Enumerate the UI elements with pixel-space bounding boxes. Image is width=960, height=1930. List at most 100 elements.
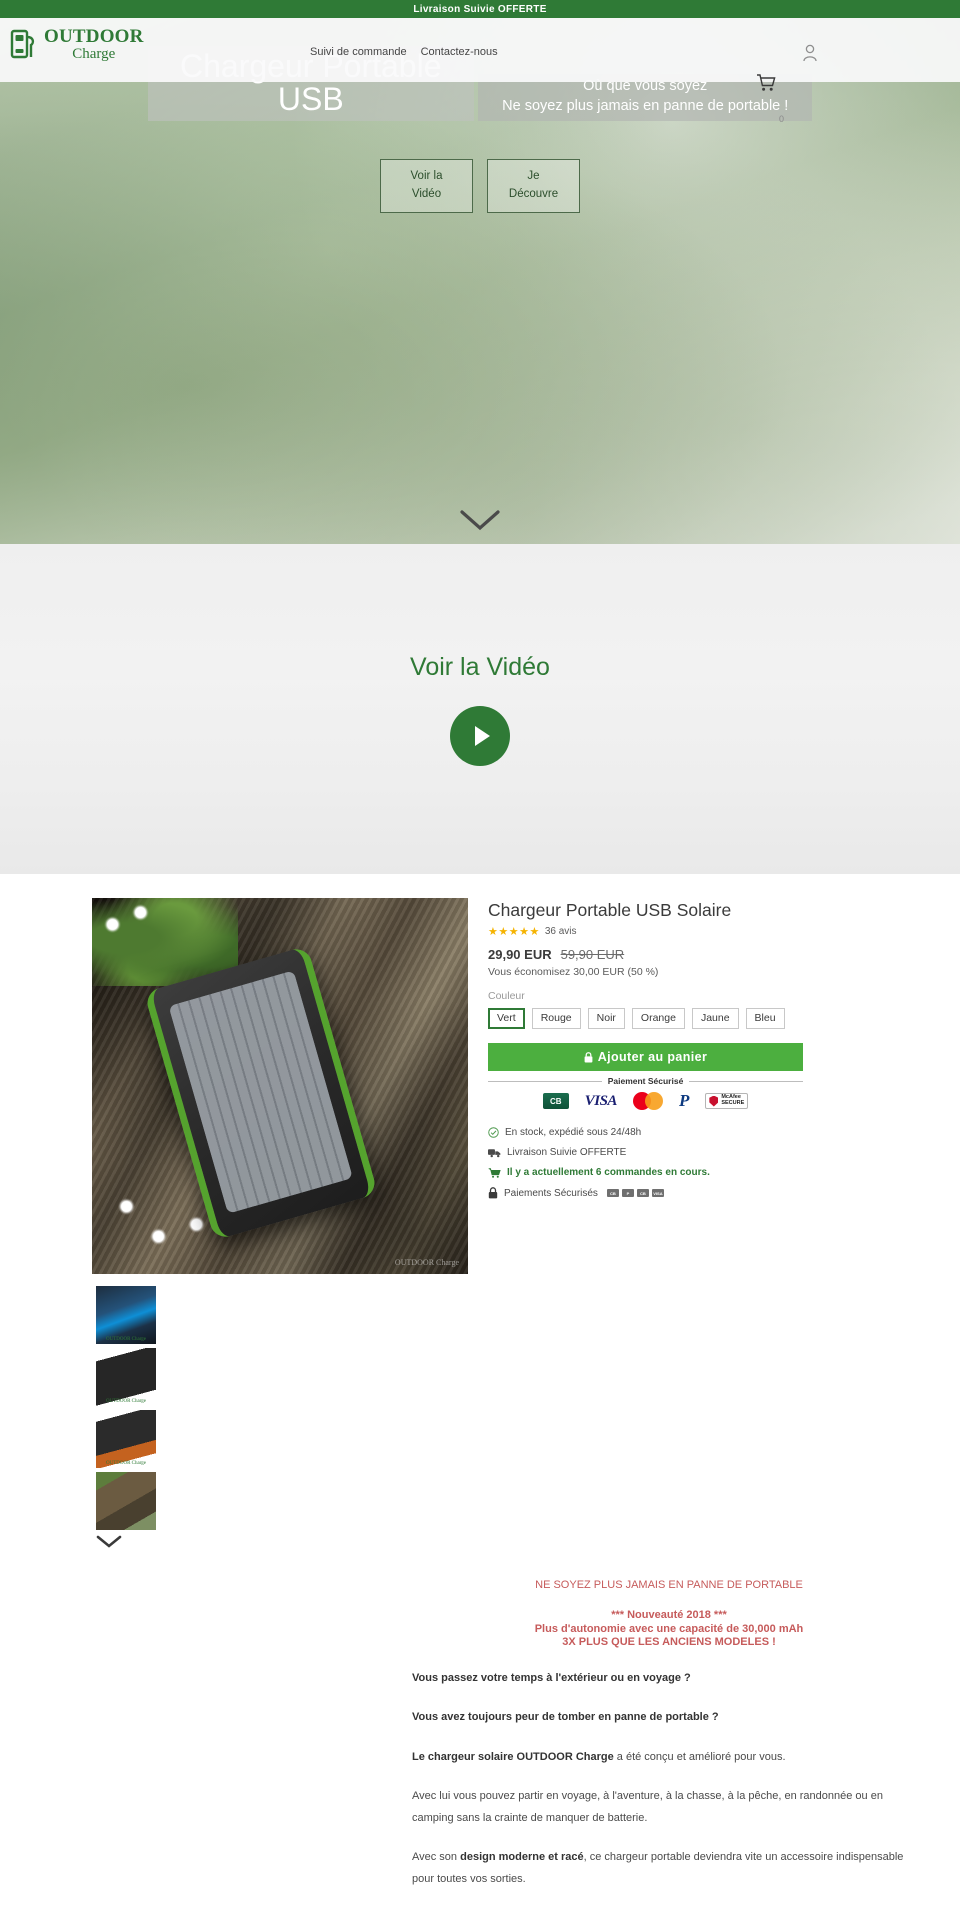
description-paragraph: Avec son design moderne et racé, ce char…: [412, 1851, 904, 1885]
product-thumbnail-list: OUTDOOR Charge OUTDOOR Charge OUTDOOR Ch…: [92, 1286, 468, 1549]
mini-badge-visa: VISA: [651, 1189, 664, 1197]
mini-badge-cb: CB: [606, 1189, 619, 1197]
thumbnail-item[interactable]: OUTDOOR Charge: [96, 1410, 156, 1468]
product-main-image[interactable]: OUTDOOR Charge: [92, 898, 468, 1274]
discover-button-line2: Découvre: [508, 188, 559, 201]
trust-badge-list: En stock, expédié sous 24/48h Livraison …: [488, 1127, 926, 1199]
scroll-down-button[interactable]: [0, 508, 960, 532]
hero-button-group: Voir la Vidéo Je Découvre: [0, 159, 960, 214]
cart-item-count: 0: [778, 114, 784, 124]
header-icon-group: [802, 18, 960, 62]
image-watermark: OUTDOOR Charge: [394, 1258, 459, 1267]
thumbnail-item[interactable]: OUTDOOR Charge: [96, 1348, 156, 1406]
play-icon: [475, 725, 490, 746]
chevron-down-icon: [96, 1534, 156, 1549]
mini-badge-cb-2: CB: [636, 1189, 649, 1197]
user-icon[interactable]: [802, 44, 818, 62]
site-header: OUTDOOR Charge Suivi de commande Contact…: [0, 18, 960, 124]
mini-badge-paypal: P: [621, 1189, 634, 1197]
hero-banner: Chargeur Portable USB Où que vous soyez …: [0, 18, 960, 544]
description-headline: NE SOYEZ PLUS JAMAIS EN PANNE DE PORTABL…: [535, 1579, 803, 1591]
color-swatch-jaune[interactable]: Jaune: [691, 1008, 739, 1029]
thumbnail-watermark: OUTDOOR Charge: [105, 1337, 147, 1342]
description-promo-line2: Plus d'autonomie avec une capacité de 30…: [534, 1622, 804, 1635]
watch-video-button[interactable]: Voir la Vidéo: [380, 159, 473, 214]
color-option-label: Couleur: [488, 990, 525, 1002]
paypal-icon: P: [678, 1091, 690, 1110]
color-swatch-rouge[interactable]: Rouge: [531, 1008, 581, 1029]
watch-video-button-line1: Voir la: [410, 170, 443, 183]
check-circle-icon: [488, 1127, 499, 1138]
trust-row-orders: Il y a actuellement 6 commandes en cours…: [488, 1167, 926, 1178]
add-to-cart-label: Ajouter au panier: [597, 1050, 708, 1064]
cart-widget[interactable]: 0: [749, 74, 784, 124]
mini-payment-badges: CB P CB VISA: [606, 1189, 664, 1197]
site-logo[interactable]: OUTDOOR Charge: [0, 18, 144, 64]
logo-subtitle: Charge: [72, 45, 116, 62]
color-swatch-bleu[interactable]: Bleu: [745, 1008, 785, 1029]
description-promo-line3: 3X PLUS QUE LES ANCIENS MODELES !: [562, 1636, 776, 1649]
announcement-text: Livraison Suivie OFFERTE: [413, 3, 547, 15]
mcafee-line2: SECURE: [721, 1100, 745, 1106]
product-savings: Vous économisez 30,00 EUR (50 %): [488, 966, 659, 978]
cb-icon: CB: [542, 1093, 569, 1109]
thumbnail-watermark: OUTDOOR Charge: [105, 1399, 147, 1404]
trust-text-secure-payments: Paiements Sécurisés: [504, 1187, 598, 1199]
divider-line: [488, 1080, 602, 1082]
trust-row-secure-payments: Paiements Sécurisés CB P CB VISA: [488, 1187, 926, 1199]
payment-badge-list: CB VISA P McAfee SECURE: [488, 1091, 803, 1111]
description-paragraph: Vous passez votre temps à l'extérieur ou…: [412, 1672, 691, 1684]
product-title: Chargeur Portable USB Solaire: [488, 900, 732, 920]
trust-row-stock: En stock, expédié sous 24/48h: [488, 1127, 926, 1138]
trust-text-orders: Il y a actuellement 6 commandes en cours…: [507, 1167, 710, 1178]
charger-battery-icon: [10, 28, 40, 60]
add-to-cart-button[interactable]: Ajouter au panier: [488, 1043, 803, 1071]
color-option-list: Vert Rouge Noir Orange Jaune Bleu: [488, 1008, 926, 1029]
thumbnails-next-button[interactable]: [96, 1534, 156, 1549]
visa-icon: VISA: [584, 1092, 618, 1109]
mcafee-secure-icon: McAfee SECURE: [705, 1093, 749, 1109]
nav-link-contact[interactable]: Contactez-nous: [421, 46, 498, 58]
thumbnail-item[interactable]: [96, 1472, 156, 1530]
color-swatch-orange[interactable]: Orange: [631, 1008, 685, 1029]
decorative-flower-icon: [118, 1198, 135, 1215]
trust-text-stock: En stock, expédié sous 24/48h: [505, 1127, 642, 1138]
decorative-flower-icon: [104, 916, 121, 933]
trust-text-shipping: Livraison Suivie OFFERTE: [507, 1147, 627, 1158]
lock-icon: [584, 1051, 593, 1063]
secure-payment-label: Paiement Sécurisé: [607, 1076, 684, 1086]
nav-link-order-tracking[interactable]: Suivi de commande: [310, 46, 407, 58]
color-swatch-vert[interactable]: Vert: [488, 1008, 525, 1029]
product-price-compare: 59,90 EUR: [560, 947, 625, 962]
shopping-cart-icon[interactable]: [756, 74, 777, 92]
product-rating[interactable]: ★★★★★ 36 avis: [488, 925, 926, 938]
color-swatch-noir[interactable]: Noir: [587, 1008, 625, 1029]
video-section: Voir la Vidéo: [0, 544, 960, 874]
decorative-flower-icon: [188, 1216, 205, 1233]
product-gallery: OUTDOOR Charge OUTDOOR Charge OUTDOOR Ch…: [92, 898, 468, 1549]
cart-icon: [488, 1167, 501, 1178]
truck-icon: [488, 1148, 501, 1158]
discover-button-line1: Je: [527, 170, 540, 183]
product-section: OUTDOOR Charge OUTDOOR Charge OUTDOOR Ch…: [0, 874, 960, 1549]
thumbnail-watermark: OUTDOOR Charge: [105, 1461, 147, 1466]
play-video-button[interactable]: [450, 705, 510, 766]
product-price-row: 29,90 EUR 59,90 EUR: [488, 947, 926, 962]
mastercard-icon: [632, 1092, 663, 1110]
announcement-bar: Livraison Suivie OFFERTE: [0, 0, 960, 18]
product-info: Chargeur Portable USB Solaire ★★★★★ 36 a…: [468, 898, 926, 1549]
description-promo-line1: *** Nouveauté 2018 ***: [611, 1608, 727, 1621]
description-paragraph: Avec lui vous pouvez partir en voyage, à…: [412, 1790, 883, 1824]
description-paragraph: Vous avez toujours peur de tomber en pan…: [412, 1711, 719, 1724]
rating-stars: ★★★★★: [488, 926, 540, 938]
decorative-flower-icon: [150, 1228, 167, 1245]
thumbnail-item[interactable]: OUTDOOR Charge: [96, 1286, 156, 1344]
lock-icon: [488, 1187, 498, 1199]
discover-button[interactable]: Je Découvre: [487, 159, 580, 214]
logo-title: OUTDOOR: [44, 25, 144, 47]
trust-row-shipping: Livraison Suivie OFFERTE: [488, 1147, 926, 1158]
chevron-down-icon: [459, 508, 501, 532]
secure-payment-divider: Paiement Sécurisé: [488, 1076, 804, 1086]
product-price-current: 29,90 EUR: [488, 947, 552, 962]
video-section-title: Voir la Vidéo: [410, 652, 550, 681]
